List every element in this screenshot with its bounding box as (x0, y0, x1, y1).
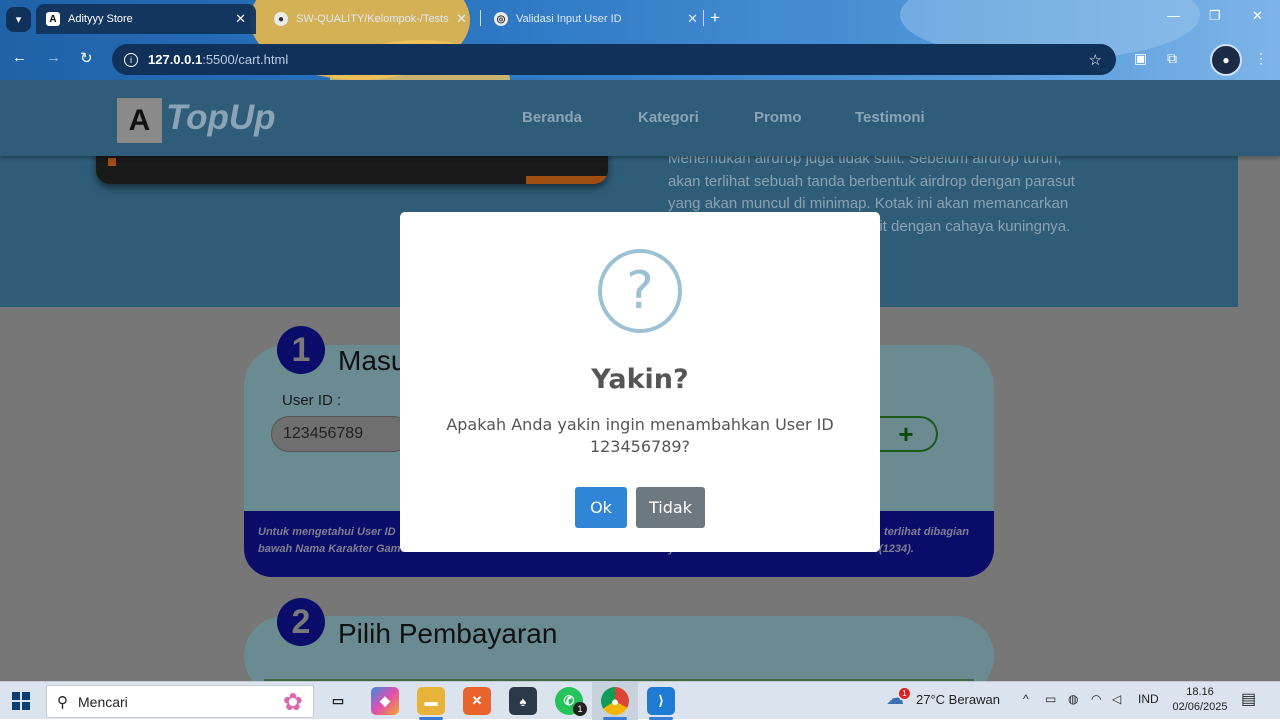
image-detail (108, 158, 116, 166)
browser-chrome: ▾ A Adityyy Store ✕ ● SW-QUALITY/Kelompo… (0, 0, 1280, 80)
globe-icon: ◎ (494, 12, 508, 26)
close-window-icon[interactable]: ✕ (1252, 8, 1263, 24)
nav-kategori[interactable]: Kategori (638, 109, 699, 126)
file-explorer-icon[interactable]: ▬ (417, 687, 445, 715)
wifi-icon[interactable]: ◠ (1091, 692, 1101, 706)
tab-validasi[interactable]: ◎ Validasi Input User ID ✕ (490, 4, 702, 34)
user-id-label: User ID : (282, 392, 342, 409)
notification-icon[interactable]: ▤ (1241, 689, 1256, 709)
search-label: Mencari (78, 693, 128, 710)
copilot-icon[interactable]: ◆ (371, 687, 399, 715)
weather-text[interactable]: 27°C Berawan (916, 692, 1000, 707)
search-icon: ⚲ (57, 693, 68, 711)
close-icon[interactable]: ✕ (456, 11, 467, 27)
language-indicator[interactable]: IND (1138, 692, 1159, 706)
github-icon: ● (274, 12, 288, 26)
clock[interactable]: 18.16 02/06/2025 (1165, 685, 1235, 715)
logo-text[interactable]: TopUp (166, 98, 276, 138)
new-tab-icon[interactable]: + (710, 8, 720, 28)
dialog-title: Yakin? (591, 364, 689, 395)
nav-beranda[interactable]: Beranda (522, 109, 582, 126)
site-info-icon[interactable]: i (124, 52, 138, 67)
task-view-icon[interactable]: ▭ (324, 687, 352, 715)
bookmark-star-icon[interactable]: ☆ (1089, 51, 1102, 69)
question-icon: ? (598, 249, 682, 333)
step-number: 2 (277, 598, 325, 646)
vscode-icon[interactable]: ⟩ (647, 687, 675, 715)
tab-adityyy-store[interactable]: A Adityyy Store ✕ (36, 4, 256, 34)
payment-section: 2 Pilih Pembayaran (244, 598, 994, 681)
toolbar: ← → ↻ i 127.0.0.1 :5500/cart.html ☆ ▣ ⧉ … (0, 40, 1280, 78)
taskbar: ⚲ Mencari ✿ ▭ ◆ ▬ ✕ ♠ ✆ 1 ● ⟩ ☁ 1 27°C B… (0, 681, 1280, 720)
clock-time: 18.16 (1186, 686, 1214, 698)
image-detail (526, 176, 608, 184)
url-host: 127.0.0.1 (148, 52, 203, 67)
tab-divider (480, 10, 481, 26)
xampp-icon[interactable]: ✕ (463, 687, 491, 715)
volume-icon[interactable]: ◁ (1112, 692, 1121, 706)
close-icon[interactable]: ✕ (235, 11, 246, 27)
tab-github[interactable]: ● SW-QUALITY/Kelompok-/Tests ✕ (268, 4, 473, 34)
confirm-dialog: ? Yakin? Apakah Anda yakin ingin menamba… (400, 212, 880, 552)
url-path: :5500/cart.html (202, 52, 289, 67)
chevron-up-icon[interactable]: ^ (1023, 692, 1029, 706)
close-icon[interactable]: ✕ (687, 11, 698, 27)
battery-icon[interactable]: ▭ (1045, 692, 1056, 706)
extension-icon[interactable]: ▣ (1134, 50, 1147, 67)
hero-text-line: akan terlihat sebuah tanda berbentuk air… (668, 172, 1075, 190)
tab-search-button[interactable]: ▾ (6, 7, 31, 32)
tab-strip: ▾ A Adityyy Store ✕ ● SW-QUALITY/Kelompo… (0, 0, 1280, 38)
windows-start-icon[interactable] (12, 692, 30, 710)
reload-icon[interactable]: ↻ (80, 49, 93, 67)
back-icon[interactable]: ← (12, 49, 27, 66)
info-text: terlihat dibagian (884, 526, 969, 538)
site-header: A TopUp Beranda Kategori Promo Testimoni (0, 80, 1280, 156)
profile-avatar[interactable]: ● (1210, 44, 1242, 76)
info-text: Untuk mengetahui User ID (258, 526, 396, 538)
section-title: Masu (338, 345, 407, 376)
nav-testimoni[interactable]: Testimoni (855, 109, 925, 126)
user-id-input[interactable]: 123456789 (271, 416, 411, 452)
cancel-button[interactable]: Tidak (636, 487, 705, 528)
solitaire-icon[interactable]: ♠ (509, 687, 537, 715)
tab-title: Validasi Input User ID (516, 13, 622, 25)
puzzle-extensions-icon[interactable]: ⧉ (1167, 50, 1177, 67)
taskbar-search[interactable]: ⚲ Mencari ✿ (46, 685, 314, 718)
flower-decoration-icon: ✿ (282, 689, 303, 716)
more-menu-icon[interactable]: ⋮ (1254, 50, 1268, 67)
tab-title: SW-QUALITY/Kelompok-/Tests (296, 13, 449, 25)
restore-icon[interactable]: ❐ (1209, 8, 1221, 24)
nav-promo[interactable]: Promo (754, 109, 802, 126)
notification-badge: 1 (573, 702, 587, 716)
clock-date: 02/06/2025 (1172, 701, 1228, 713)
tab-favicon: A (46, 12, 60, 26)
dialog-message: Apakah Anda yakin ingin menambahkan User… (446, 415, 834, 456)
logo-icon[interactable]: A (117, 98, 162, 143)
ok-button[interactable]: Ok (575, 487, 627, 528)
weather-badge: 1 (899, 688, 910, 699)
page-viewport: Menemukan airdrop juga tidak sulit. Sebe… (0, 80, 1280, 681)
tab-divider (703, 10, 704, 26)
step-number: 1 (277, 326, 325, 374)
address-bar[interactable]: i 127.0.0.1 :5500/cart.html ☆ (112, 44, 1116, 75)
tab-title: Adityyy Store (68, 13, 133, 25)
add-user-id-button[interactable]: + (876, 416, 938, 452)
minimize-icon[interactable]: — (1167, 8, 1180, 23)
forward-icon[interactable]: → (46, 49, 61, 66)
chrome-icon[interactable]: ● (601, 687, 629, 715)
camera-icon[interactable]: ◍ (1068, 692, 1078, 706)
section-title: Pilih Pembayaran (338, 618, 558, 649)
